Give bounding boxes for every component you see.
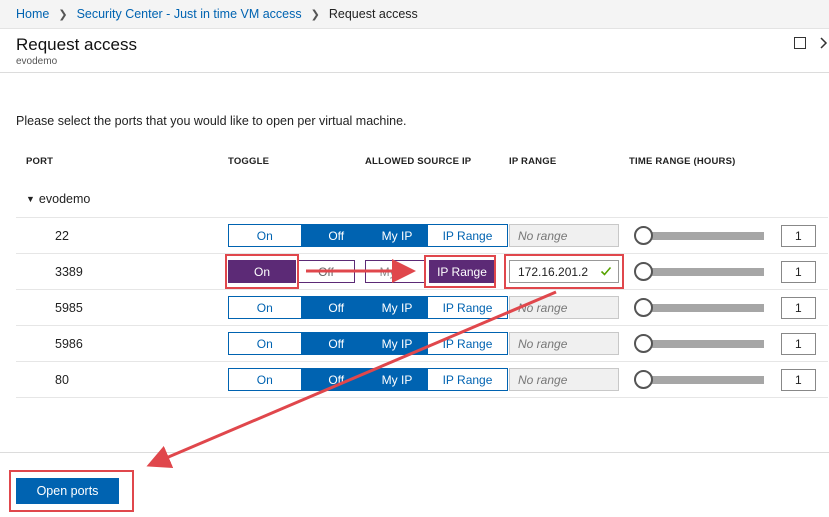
table-row: 5985 On Off My IP IP Range No range 1 bbox=[16, 290, 828, 326]
ip-range-option[interactable]: IP Range bbox=[428, 369, 507, 390]
slider-track bbox=[642, 304, 764, 312]
column-header-ip-range: IP RANGE bbox=[509, 156, 557, 167]
slider-track bbox=[642, 268, 764, 276]
ip-range-input[interactable]: No range bbox=[509, 332, 619, 355]
ip-range-input[interactable]: No range bbox=[509, 296, 619, 319]
chevron-right-icon: ❯ bbox=[310, 8, 320, 21]
ip-range-option[interactable]: IP Range bbox=[429, 260, 495, 283]
column-header-port: PORT bbox=[26, 156, 54, 167]
breadcrumb: Home ❯ Security Center - Just in time VM… bbox=[0, 0, 829, 29]
slider-thumb[interactable] bbox=[634, 262, 653, 281]
port-number: 22 bbox=[55, 229, 69, 243]
source-ip-selector: My IP IP Range bbox=[365, 368, 508, 391]
page-subtitle: evodemo bbox=[16, 56, 58, 67]
slider-track bbox=[642, 232, 764, 240]
breadcrumb-jit-access[interactable]: Security Center - Just in time VM access bbox=[77, 7, 302, 21]
port-number: 3389 bbox=[55, 265, 83, 279]
toggle-on-button[interactable]: On bbox=[229, 333, 301, 354]
column-header-source-ip: ALLOWED SOURCE IP bbox=[365, 156, 472, 167]
ip-range-input[interactable]: 172.16.201.2 bbox=[509, 260, 619, 283]
chevron-right-icon[interactable] bbox=[818, 35, 829, 51]
source-ip-selector: My IP IP Range bbox=[365, 296, 508, 319]
divider bbox=[0, 72, 829, 73]
column-header-toggle: TOGGLE bbox=[228, 156, 270, 167]
hours-input[interactable]: 1 bbox=[781, 333, 816, 355]
open-ports-button[interactable]: Open ports bbox=[16, 478, 119, 504]
toggle-off-button[interactable]: Off bbox=[300, 297, 372, 318]
column-header-time-range: TIME RANGE (HOURS) bbox=[629, 156, 736, 167]
slider-thumb[interactable] bbox=[634, 334, 653, 353]
toggle-off-button[interactable]: Off bbox=[300, 369, 372, 390]
port-toggle: On Off bbox=[228, 332, 373, 355]
toggle-off-button[interactable]: Off bbox=[300, 333, 372, 354]
ip-range-option[interactable]: IP Range bbox=[428, 333, 507, 354]
slider-thumb[interactable] bbox=[634, 370, 653, 389]
ip-range-option[interactable]: IP Range bbox=[428, 297, 507, 318]
instructions-text: Please select the ports that you would l… bbox=[16, 114, 407, 128]
source-ip-selector: My IP IP Range bbox=[365, 224, 508, 247]
time-range-slider[interactable] bbox=[634, 226, 764, 246]
time-range-slider[interactable] bbox=[634, 334, 764, 354]
breadcrumb-current: Request access bbox=[328, 7, 418, 21]
table-row: 22 On Off My IP IP Range No range 1 bbox=[16, 218, 828, 254]
my-ip-option[interactable]: My IP bbox=[366, 369, 428, 390]
toggle-on-button[interactable]: On bbox=[229, 225, 301, 246]
hours-input[interactable]: 1 bbox=[781, 261, 816, 283]
checkmark-icon bbox=[600, 266, 612, 276]
source-ip-selector: My IP IP Range bbox=[365, 332, 508, 355]
table-row: 3389 On Off My IP IP Range 172.16.201.2 … bbox=[16, 254, 828, 290]
port-toggle: On Off bbox=[228, 368, 373, 391]
my-ip-option[interactable]: My IP bbox=[366, 225, 428, 246]
table-row: 80 On Off My IP IP Range No range 1 bbox=[16, 362, 828, 398]
caret-down-icon: ▼ bbox=[26, 194, 35, 204]
time-range-slider[interactable] bbox=[634, 370, 764, 390]
port-number: 5985 bbox=[55, 301, 83, 315]
hours-input[interactable]: 1 bbox=[781, 225, 816, 247]
hours-input[interactable]: 1 bbox=[781, 297, 816, 319]
ip-range-value: 172.16.201.2 bbox=[518, 264, 589, 279]
slider-track bbox=[642, 340, 764, 348]
toggle-off-button[interactable]: Off bbox=[297, 260, 355, 283]
my-ip-option[interactable]: My IP bbox=[366, 333, 428, 354]
toggle-on-button[interactable]: On bbox=[228, 260, 296, 283]
ip-range-input[interactable]: No range bbox=[509, 224, 619, 247]
request-access-page: Home ❯ Security Center - Just in time VM… bbox=[0, 0, 829, 517]
toggle-off-button[interactable]: Off bbox=[300, 225, 372, 246]
time-range-slider[interactable] bbox=[634, 262, 764, 282]
table-row: 5986 On Off My IP IP Range No range 1 bbox=[16, 326, 828, 362]
maximize-icon[interactable] bbox=[794, 37, 806, 49]
toggle-on-button[interactable]: On bbox=[229, 369, 301, 390]
footer-divider bbox=[0, 452, 829, 453]
hours-input[interactable]: 1 bbox=[781, 369, 816, 391]
chevron-right-icon: ❯ bbox=[58, 8, 68, 21]
port-number: 80 bbox=[55, 373, 69, 387]
row-divider bbox=[16, 397, 828, 398]
slider-thumb[interactable] bbox=[634, 298, 653, 317]
ip-range-input[interactable]: No range bbox=[509, 368, 619, 391]
toggle-on-button[interactable]: On bbox=[229, 297, 301, 318]
time-range-slider[interactable] bbox=[634, 298, 764, 318]
vm-group-expander[interactable]: ▼ evodemo bbox=[26, 192, 90, 206]
breadcrumb-home[interactable]: Home bbox=[16, 7, 49, 21]
ip-range-option[interactable]: IP Range bbox=[428, 225, 507, 246]
my-ip-option[interactable]: My IP bbox=[365, 260, 425, 283]
port-toggle: On Off bbox=[228, 224, 373, 247]
slider-thumb[interactable] bbox=[634, 226, 653, 245]
my-ip-option[interactable]: My IP bbox=[366, 297, 428, 318]
port-toggle: On Off bbox=[228, 296, 373, 319]
port-number: 5986 bbox=[55, 337, 83, 351]
slider-track bbox=[642, 376, 764, 384]
vm-group-name: evodemo bbox=[38, 192, 91, 206]
page-title: Request access bbox=[16, 35, 137, 54]
